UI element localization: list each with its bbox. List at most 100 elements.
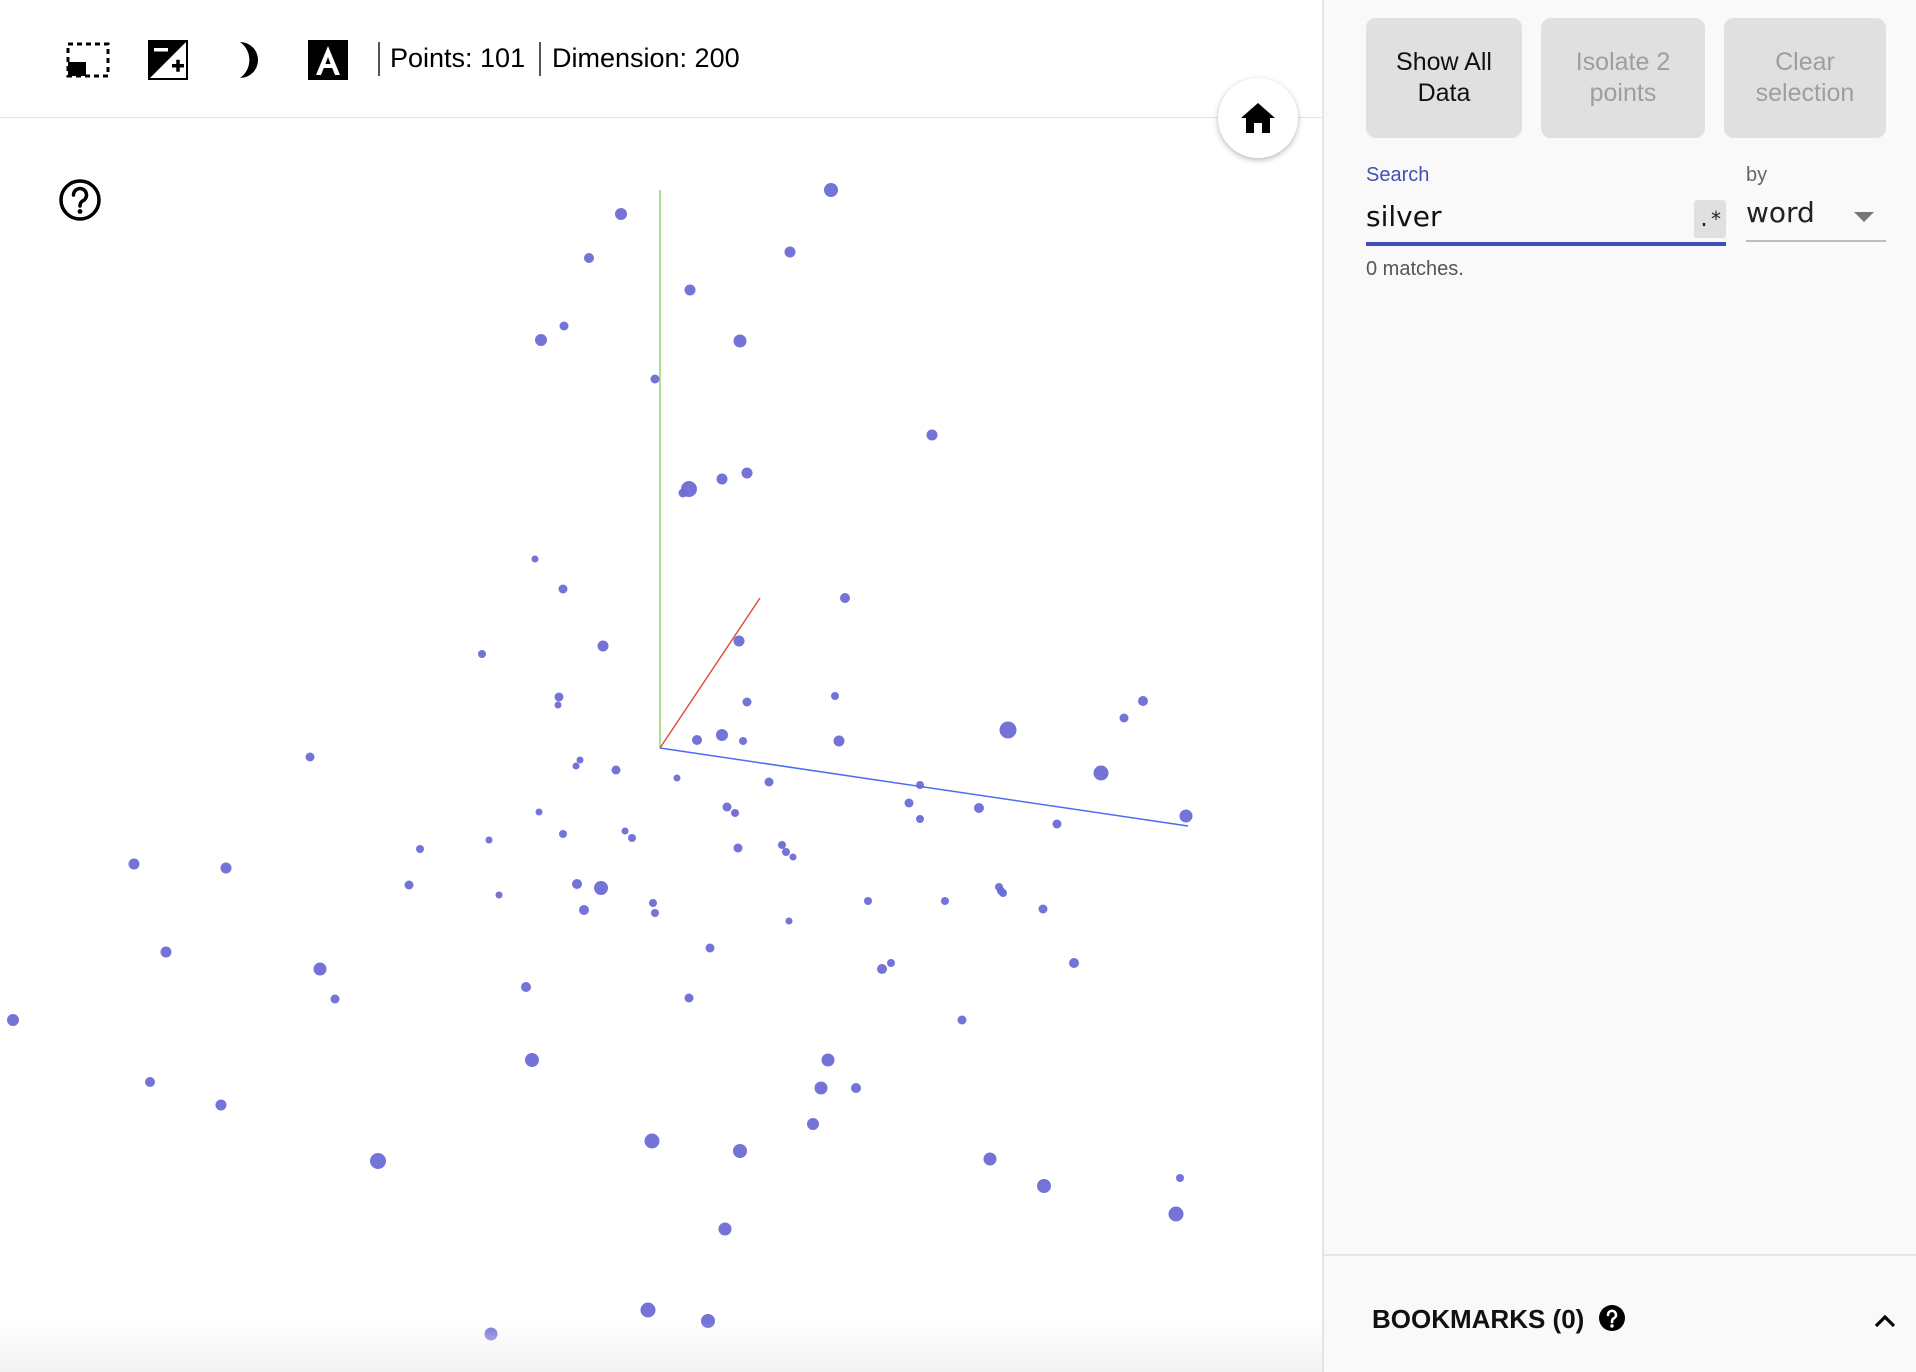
data-point[interactable] xyxy=(824,183,838,197)
data-point[interactable] xyxy=(579,905,589,915)
data-point[interactable] xyxy=(782,848,790,856)
data-point[interactable] xyxy=(615,208,627,220)
data-point[interactable] xyxy=(611,765,621,775)
help-icon[interactable] xyxy=(1598,1304,1626,1332)
data-point[interactable] xyxy=(559,321,569,331)
data-point[interactable] xyxy=(716,729,728,741)
data-point[interactable] xyxy=(651,909,659,917)
data-point[interactable] xyxy=(877,964,887,974)
data-point[interactable] xyxy=(999,721,1017,739)
data-point[interactable] xyxy=(733,635,745,647)
data-point[interactable] xyxy=(840,593,850,603)
data-point[interactable] xyxy=(1179,809,1193,823)
data-point[interactable] xyxy=(1069,958,1079,968)
data-point[interactable] xyxy=(649,899,657,907)
label-toggle-icon[interactable] xyxy=(306,38,350,82)
clear-selection-button[interactable]: Clear selection xyxy=(1724,18,1886,138)
data-point[interactable] xyxy=(983,1152,997,1166)
data-point[interactable] xyxy=(597,640,609,652)
data-point[interactable] xyxy=(1052,819,1062,829)
data-point[interactable] xyxy=(525,1053,539,1067)
data-point[interactable] xyxy=(831,692,839,700)
data-point[interactable] xyxy=(644,1133,660,1149)
data-point[interactable] xyxy=(916,781,924,789)
data-point[interactable] xyxy=(814,1081,828,1095)
data-point[interactable] xyxy=(145,1077,155,1087)
data-point[interactable] xyxy=(833,735,845,747)
data-point[interactable] xyxy=(370,1153,386,1169)
data-point[interactable] xyxy=(733,843,743,853)
data-point[interactable] xyxy=(594,881,608,895)
search-by-select[interactable]: word xyxy=(1746,194,1886,242)
data-point[interactable] xyxy=(220,862,232,874)
data-point[interactable] xyxy=(742,697,752,707)
data-point[interactable] xyxy=(313,962,327,976)
data-point[interactable] xyxy=(692,735,702,745)
data-point[interactable] xyxy=(807,1118,819,1130)
data-point[interactable] xyxy=(558,584,568,594)
data-point[interactable] xyxy=(554,701,562,709)
data-point[interactable] xyxy=(784,246,796,258)
data-point[interactable] xyxy=(916,815,924,823)
data-point[interactable] xyxy=(160,946,172,958)
data-point[interactable] xyxy=(628,834,636,842)
data-point[interactable] xyxy=(789,853,797,861)
data-point[interactable] xyxy=(851,1083,861,1093)
data-point[interactable] xyxy=(716,473,728,485)
data-point[interactable] xyxy=(887,959,895,967)
data-point[interactable] xyxy=(1138,696,1148,706)
chevron-up-icon[interactable] xyxy=(1872,1308,1898,1334)
data-point[interactable] xyxy=(1119,713,1129,723)
data-point[interactable] xyxy=(1038,904,1048,914)
moon-icon[interactable] xyxy=(226,38,270,82)
data-point[interactable] xyxy=(741,467,753,479)
data-point[interactable] xyxy=(684,284,696,296)
data-point[interactable] xyxy=(957,1015,967,1025)
data-point[interactable] xyxy=(128,858,140,870)
data-point[interactable] xyxy=(864,897,872,905)
data-point[interactable] xyxy=(485,836,493,844)
data-point[interactable] xyxy=(684,993,694,1003)
projection-canvas[interactable] xyxy=(0,118,1322,1372)
data-point[interactable] xyxy=(531,555,539,563)
data-point[interactable] xyxy=(678,488,688,498)
data-point[interactable] xyxy=(904,798,914,808)
data-point[interactable] xyxy=(7,1014,19,1026)
data-point[interactable] xyxy=(621,827,629,835)
show-all-data-button[interactable]: Show All Data xyxy=(1366,18,1522,138)
data-point[interactable] xyxy=(941,897,949,905)
data-point[interactable] xyxy=(572,762,580,770)
data-point[interactable] xyxy=(416,845,424,853)
data-point[interactable] xyxy=(559,830,567,838)
data-point[interactable] xyxy=(1093,765,1109,781)
data-point[interactable] xyxy=(764,777,774,787)
data-point[interactable] xyxy=(521,982,531,992)
data-point[interactable] xyxy=(733,1144,747,1158)
data-point[interactable] xyxy=(478,650,486,658)
data-point[interactable] xyxy=(330,994,340,1004)
data-point[interactable] xyxy=(640,1302,656,1318)
data-point[interactable] xyxy=(785,917,793,925)
data-point[interactable] xyxy=(673,774,681,782)
data-point[interactable] xyxy=(1176,1174,1184,1182)
isolate-points-button[interactable]: Isolate 2 points xyxy=(1541,18,1705,138)
data-point[interactable] xyxy=(650,374,660,384)
data-point[interactable] xyxy=(404,880,414,890)
select-rectangle-icon[interactable] xyxy=(66,38,110,82)
data-point[interactable] xyxy=(1168,1206,1184,1222)
search-input[interactable] xyxy=(1366,194,1696,238)
regex-toggle-button[interactable]: .* xyxy=(1694,200,1726,238)
data-point[interactable] xyxy=(554,692,564,702)
data-point[interactable] xyxy=(1037,1179,1051,1193)
data-point[interactable] xyxy=(974,803,984,813)
data-point[interactable] xyxy=(739,737,747,745)
data-point[interactable] xyxy=(926,429,938,441)
data-point[interactable] xyxy=(705,943,715,953)
data-point[interactable] xyxy=(535,808,543,816)
night-mode-toggle-icon[interactable] xyxy=(146,38,190,82)
data-point[interactable] xyxy=(731,809,739,817)
data-point[interactable] xyxy=(215,1099,227,1111)
data-point[interactable] xyxy=(722,802,732,812)
data-point[interactable] xyxy=(495,891,503,899)
data-point[interactable] xyxy=(584,253,594,263)
